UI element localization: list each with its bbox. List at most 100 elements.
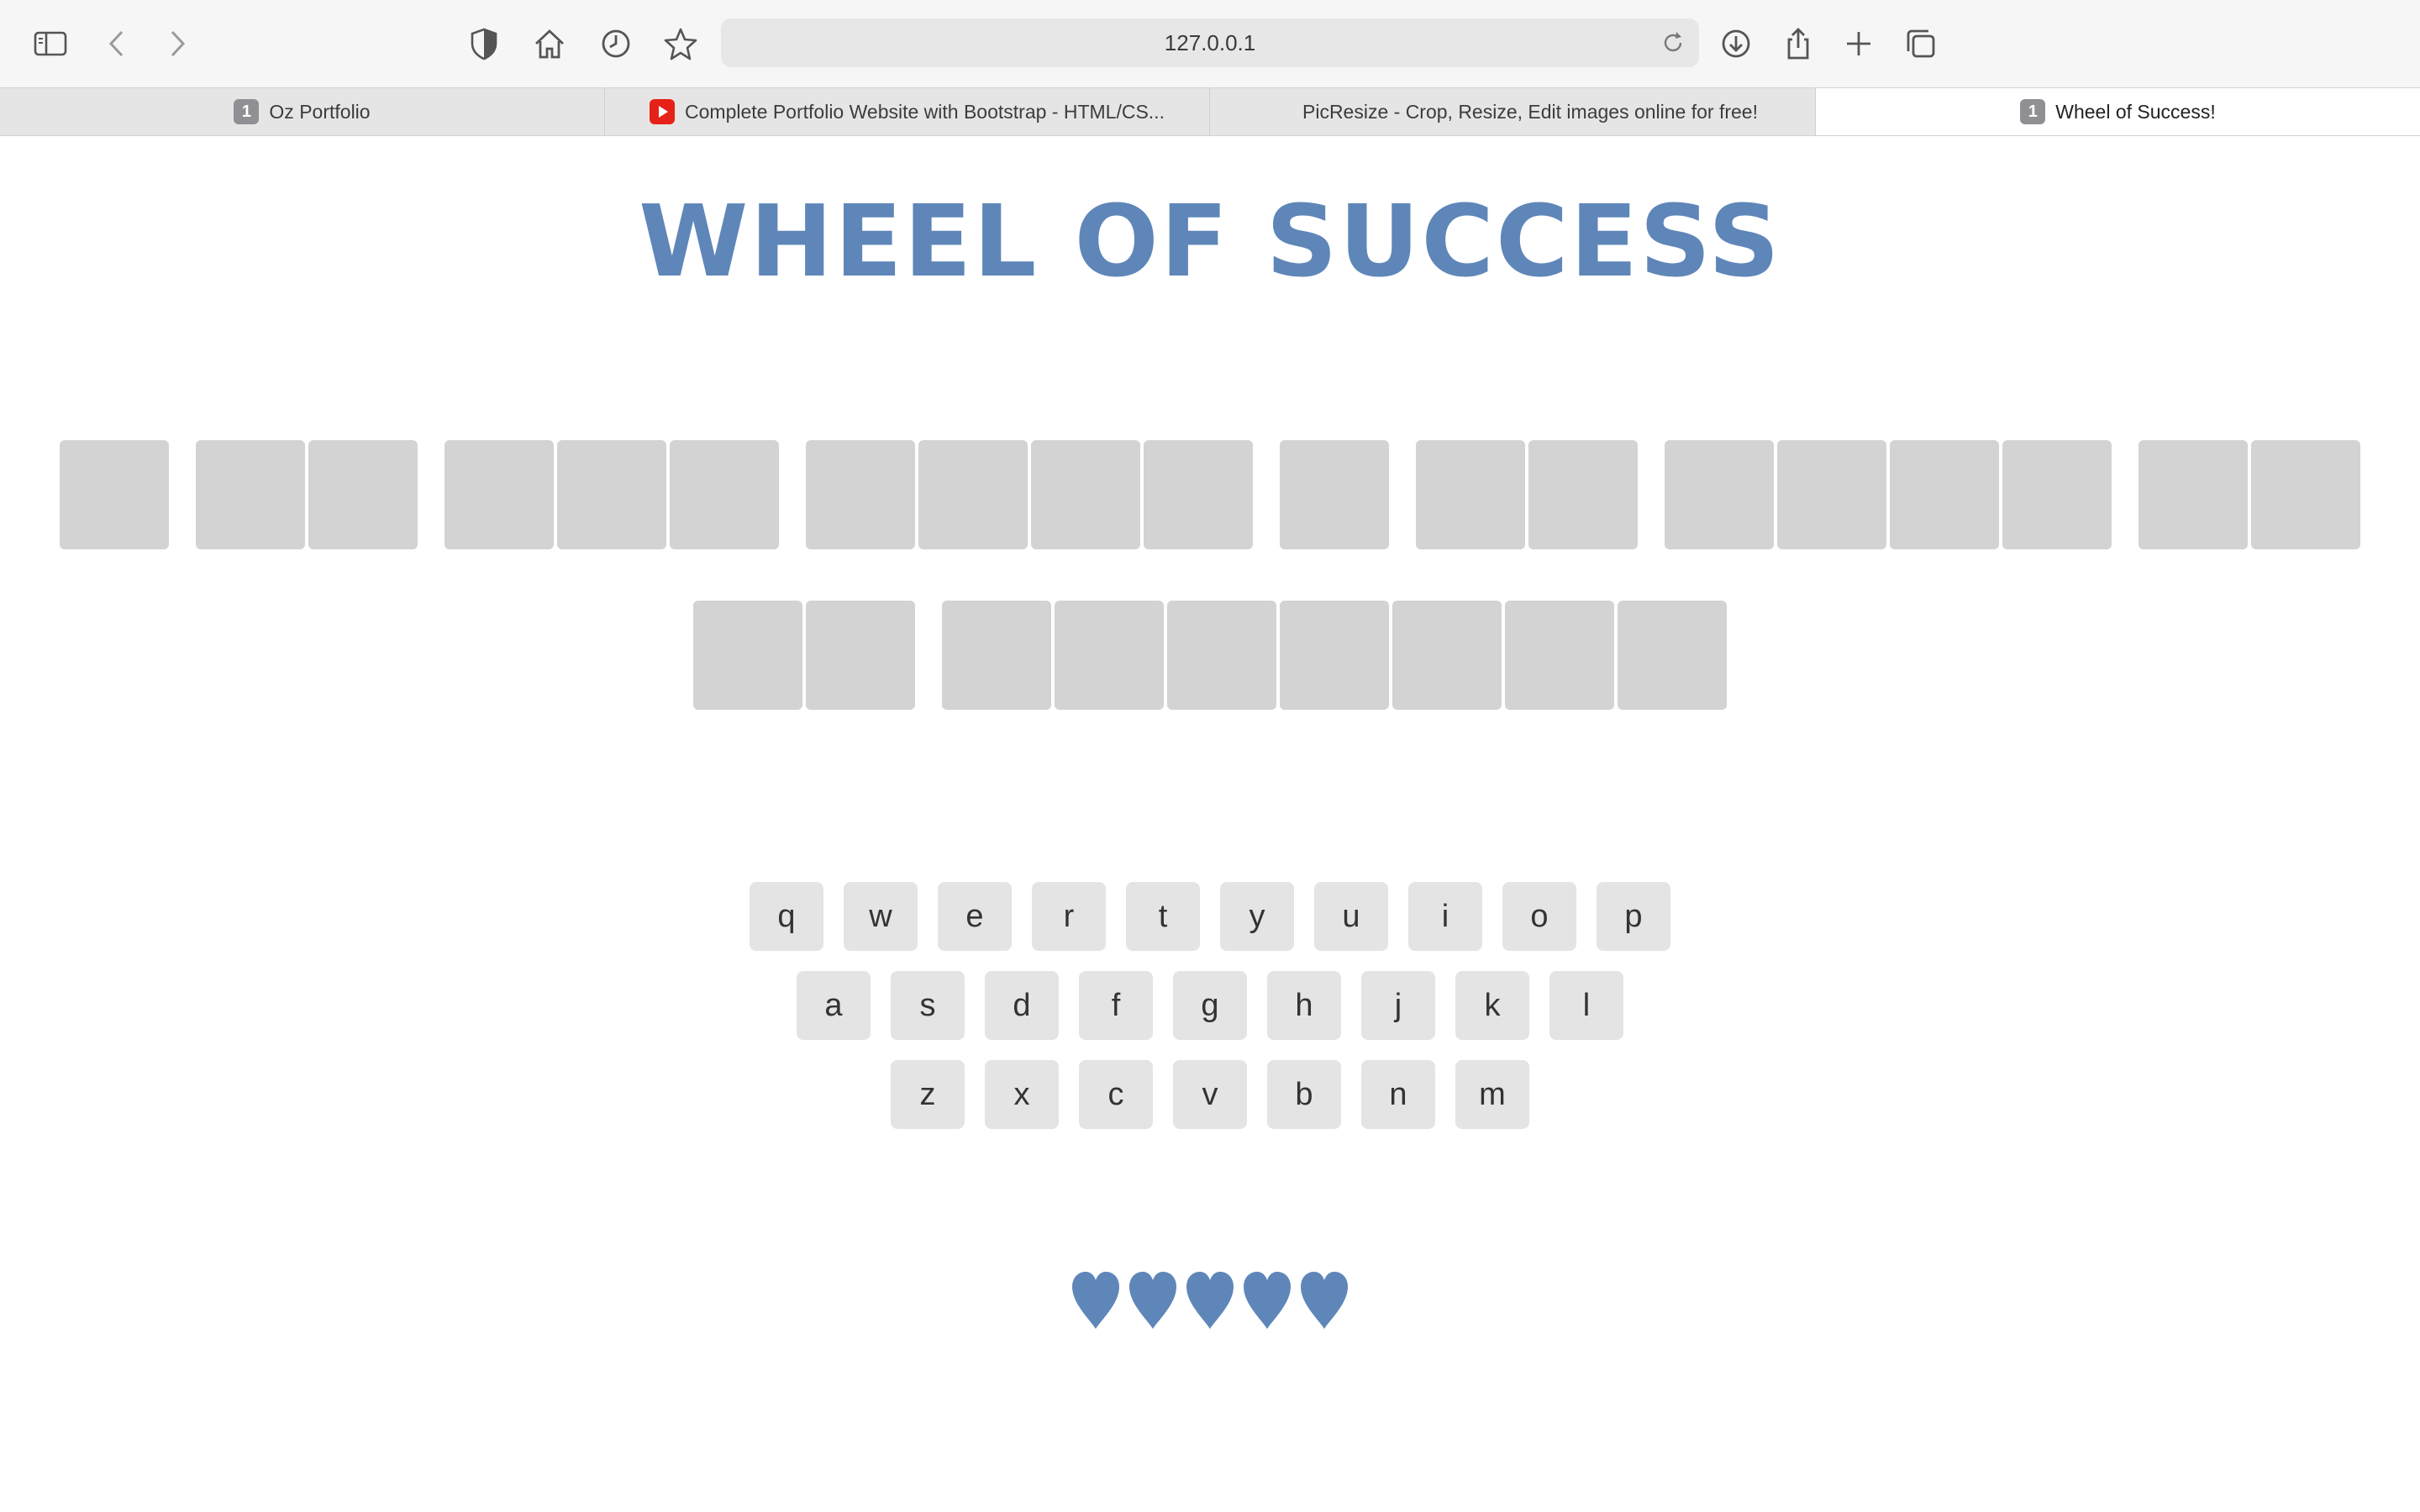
letter-tile <box>670 440 779 549</box>
history-clock-icon[interactable] <box>591 18 641 69</box>
letter-tile <box>1528 440 1638 549</box>
tab-wheel-of-success[interactable]: 1 Wheel of Success! <box>1816 88 2420 135</box>
key-n[interactable]: n <box>1361 1060 1435 1129</box>
phrase-word <box>60 440 169 549</box>
tab-number-badge: 1 <box>2020 99 2046 124</box>
tab-number-badge: 1 <box>234 99 260 124</box>
letter-tile <box>806 440 915 549</box>
phrase-word <box>806 440 1253 549</box>
key-s[interactable]: s <box>891 971 965 1040</box>
tab-overview-icon[interactable] <box>1896 18 1946 69</box>
letter-tile <box>445 440 554 549</box>
phrase-word <box>942 601 1727 710</box>
tab-picresize[interactable]: PicResize - Crop, Resize, Edit images on… <box>1210 88 1816 135</box>
key-d[interactable]: d <box>985 971 1059 1040</box>
phrase-word <box>1416 440 1638 549</box>
key-t[interactable]: t <box>1126 882 1200 951</box>
letter-tile <box>1505 601 1614 710</box>
letter-tile <box>196 440 305 549</box>
key-m[interactable]: m <box>1455 1060 1529 1129</box>
phrase-word <box>196 440 418 549</box>
phrase-word <box>2139 440 2360 549</box>
keyboard-row: asdfghjkl <box>0 971 2420 1040</box>
downloads-icon[interactable] <box>1711 18 1761 69</box>
bookmark-star-icon[interactable] <box>655 18 706 69</box>
key-b[interactable]: b <box>1267 1060 1341 1129</box>
key-f[interactable]: f <box>1079 971 1153 1040</box>
picresize-icon <box>1267 99 1292 124</box>
address-bar[interactable]: 127.0.0.1 <box>721 18 1699 67</box>
back-icon[interactable] <box>92 18 143 69</box>
letter-tile <box>2139 440 2248 549</box>
letter-tile <box>806 601 915 710</box>
key-l[interactable]: l <box>1549 971 1623 1040</box>
key-x[interactable]: x <box>985 1060 1059 1129</box>
lives-display <box>0 1270 2420 1331</box>
key-y[interactable]: y <box>1220 882 1294 951</box>
letter-tile <box>1618 601 1727 710</box>
privacy-shield-icon[interactable] <box>459 18 509 69</box>
key-j[interactable]: j <box>1361 971 1435 1040</box>
key-v[interactable]: v <box>1173 1060 1247 1129</box>
letter-tile <box>1890 440 1999 549</box>
keyboard-row: zxcvbnm <box>0 1060 2420 1129</box>
letter-tile <box>1280 601 1389 710</box>
letter-tile <box>1416 440 1525 549</box>
page-title: WHEEL OF SUCCESS <box>639 183 1781 299</box>
key-c[interactable]: c <box>1079 1060 1153 1129</box>
letter-tile <box>918 440 1028 549</box>
browser-toolbar: 127.0.0.1 <box>0 0 2420 87</box>
letter-tile <box>942 601 1051 710</box>
letter-tile <box>693 601 802 710</box>
tab-label: PicResize - Crop, Resize, Edit images on… <box>1302 100 1758 123</box>
tab-portfolio-video[interactable]: Complete Portfolio Website with Bootstra… <box>605 88 1210 135</box>
phrase-row <box>0 440 2420 549</box>
letter-tile <box>557 440 666 549</box>
key-u[interactable]: u <box>1314 882 1388 951</box>
key-e[interactable]: e <box>938 882 1012 951</box>
address-bar-url: 127.0.0.1 <box>1164 30 1256 55</box>
key-q[interactable]: q <box>750 882 823 951</box>
key-o[interactable]: o <box>1502 882 1576 951</box>
letter-tile <box>1144 440 1253 549</box>
heart-icon <box>1299 1270 1349 1331</box>
letter-tile <box>1392 601 1502 710</box>
key-w[interactable]: w <box>844 882 918 951</box>
letter-tile <box>2002 440 2112 549</box>
reload-icon[interactable] <box>1659 29 1687 57</box>
key-r[interactable]: r <box>1032 882 1106 951</box>
tab-label: Complete Portfolio Website with Bootstra… <box>685 100 1165 123</box>
heart-icon <box>1242 1270 1292 1331</box>
key-k[interactable]: k <box>1455 971 1529 1040</box>
phrase-word <box>693 601 915 710</box>
letter-tile <box>1031 440 1140 549</box>
letter-tile <box>60 440 169 549</box>
home-icon[interactable] <box>524 18 575 69</box>
letter-tile <box>1665 440 1774 549</box>
key-i[interactable]: i <box>1408 882 1482 951</box>
sidebar-toggle-icon[interactable] <box>25 18 76 69</box>
phrase-word <box>445 440 779 549</box>
heart-icon <box>1071 1270 1121 1331</box>
tab-strip: 1 Oz Portfolio Complete Portfolio Websit… <box>0 87 2420 136</box>
new-tab-plus-icon[interactable] <box>1833 18 1884 69</box>
heart-icon <box>1128 1270 1178 1331</box>
letter-tile <box>1167 601 1276 710</box>
phrase-word <box>1280 440 1389 549</box>
key-h[interactable]: h <box>1267 971 1341 1040</box>
tab-label: Oz Portfolio <box>269 100 371 123</box>
letter-tile <box>1280 440 1389 549</box>
key-g[interactable]: g <box>1173 971 1247 1040</box>
tab-label: Wheel of Success! <box>2055 100 2216 123</box>
key-z[interactable]: z <box>891 1060 965 1129</box>
forward-icon[interactable] <box>151 18 202 69</box>
tab-oz-portfolio[interactable]: 1 Oz Portfolio <box>0 88 605 135</box>
phrase-word <box>1665 440 2112 549</box>
heart-icon <box>1185 1270 1235 1331</box>
letter-tile <box>1777 440 1886 549</box>
share-icon[interactable] <box>1773 18 1823 69</box>
key-p[interactable]: p <box>1597 882 1670 951</box>
letter-tile <box>308 440 418 549</box>
youtube-icon <box>650 99 676 124</box>
key-a[interactable]: a <box>797 971 871 1040</box>
